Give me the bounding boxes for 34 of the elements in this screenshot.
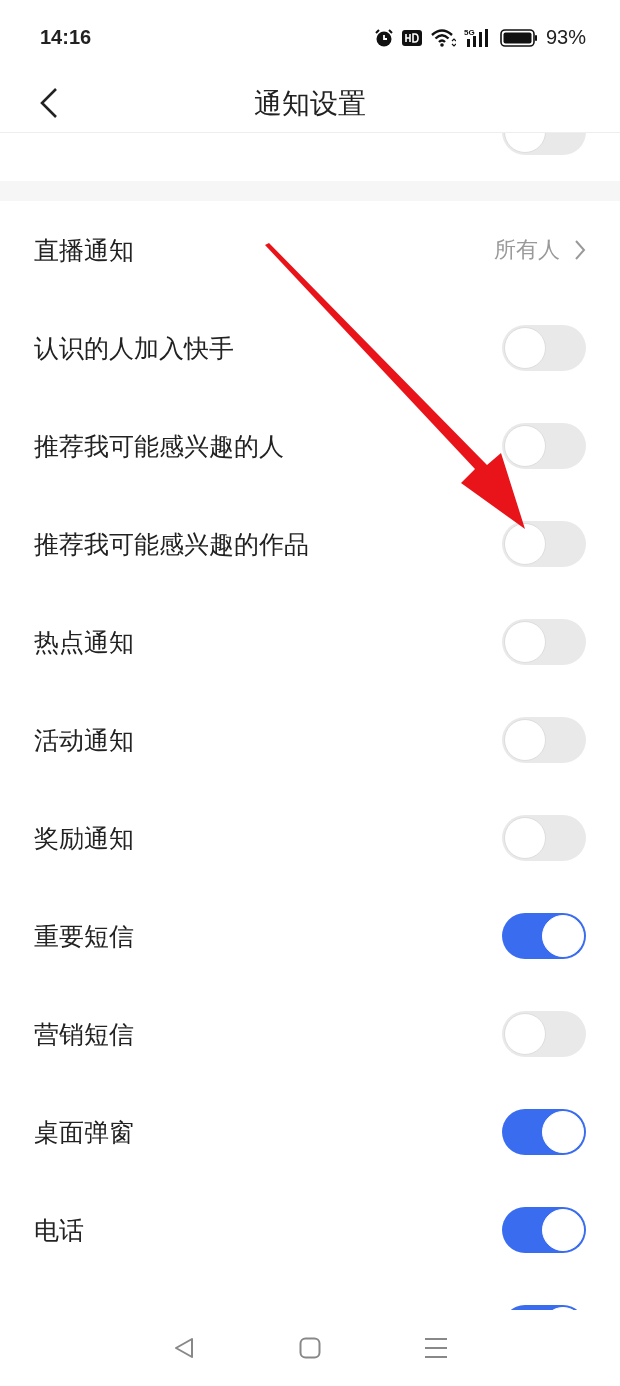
setting-label: 营销短信 bbox=[34, 1018, 134, 1051]
battery-percent: 93% bbox=[545, 26, 586, 49]
wifi-icon bbox=[429, 27, 456, 48]
setting-label: 推荐我可能感兴趣的作品 bbox=[34, 528, 309, 561]
setting-label: 电话 bbox=[34, 1214, 84, 1247]
hd-icon bbox=[401, 29, 422, 46]
back-icon[interactable] bbox=[40, 87, 58, 119]
setting-label: 重要短信 bbox=[34, 920, 134, 953]
setting-label: 奖励通知 bbox=[34, 822, 134, 855]
toggle-switch[interactable] bbox=[502, 619, 586, 665]
chevron-right-icon bbox=[574, 239, 586, 261]
setting-label: 桌面弹窗 bbox=[34, 1116, 134, 1149]
home-nav-icon[interactable] bbox=[299, 1337, 321, 1359]
setting-label: 活动通知 bbox=[34, 724, 134, 757]
page-title: 通知设置 bbox=[254, 85, 366, 122]
toggle-switch[interactable] bbox=[502, 1207, 586, 1253]
battery-icon bbox=[499, 28, 538, 47]
toggle-switch[interactable] bbox=[502, 815, 586, 861]
toggle-switch[interactable] bbox=[502, 325, 586, 371]
setting-value[interactable]: 所有人 bbox=[494, 235, 560, 265]
toggle-switch[interactable] bbox=[502, 717, 586, 763]
network-label: 5G bbox=[463, 27, 475, 37]
setting-label: 认识的人加入快手 bbox=[34, 332, 234, 365]
alarm-icon bbox=[373, 27, 394, 48]
toggle-switch[interactable] bbox=[502, 423, 586, 469]
status-time: 14:16 bbox=[40, 26, 92, 49]
toggle-switch[interactable] bbox=[502, 521, 586, 567]
setting-label: 直播通知 bbox=[34, 234, 134, 267]
toggle-switch[interactable] bbox=[502, 1109, 586, 1155]
toggle-switch[interactable] bbox=[502, 1011, 586, 1057]
menu-nav-icon[interactable] bbox=[424, 1337, 449, 1359]
setting-label: 推荐我可能感兴趣的人 bbox=[34, 430, 284, 463]
setting-label: 热点通知 bbox=[34, 626, 134, 659]
toggle-switch[interactable] bbox=[502, 913, 586, 959]
